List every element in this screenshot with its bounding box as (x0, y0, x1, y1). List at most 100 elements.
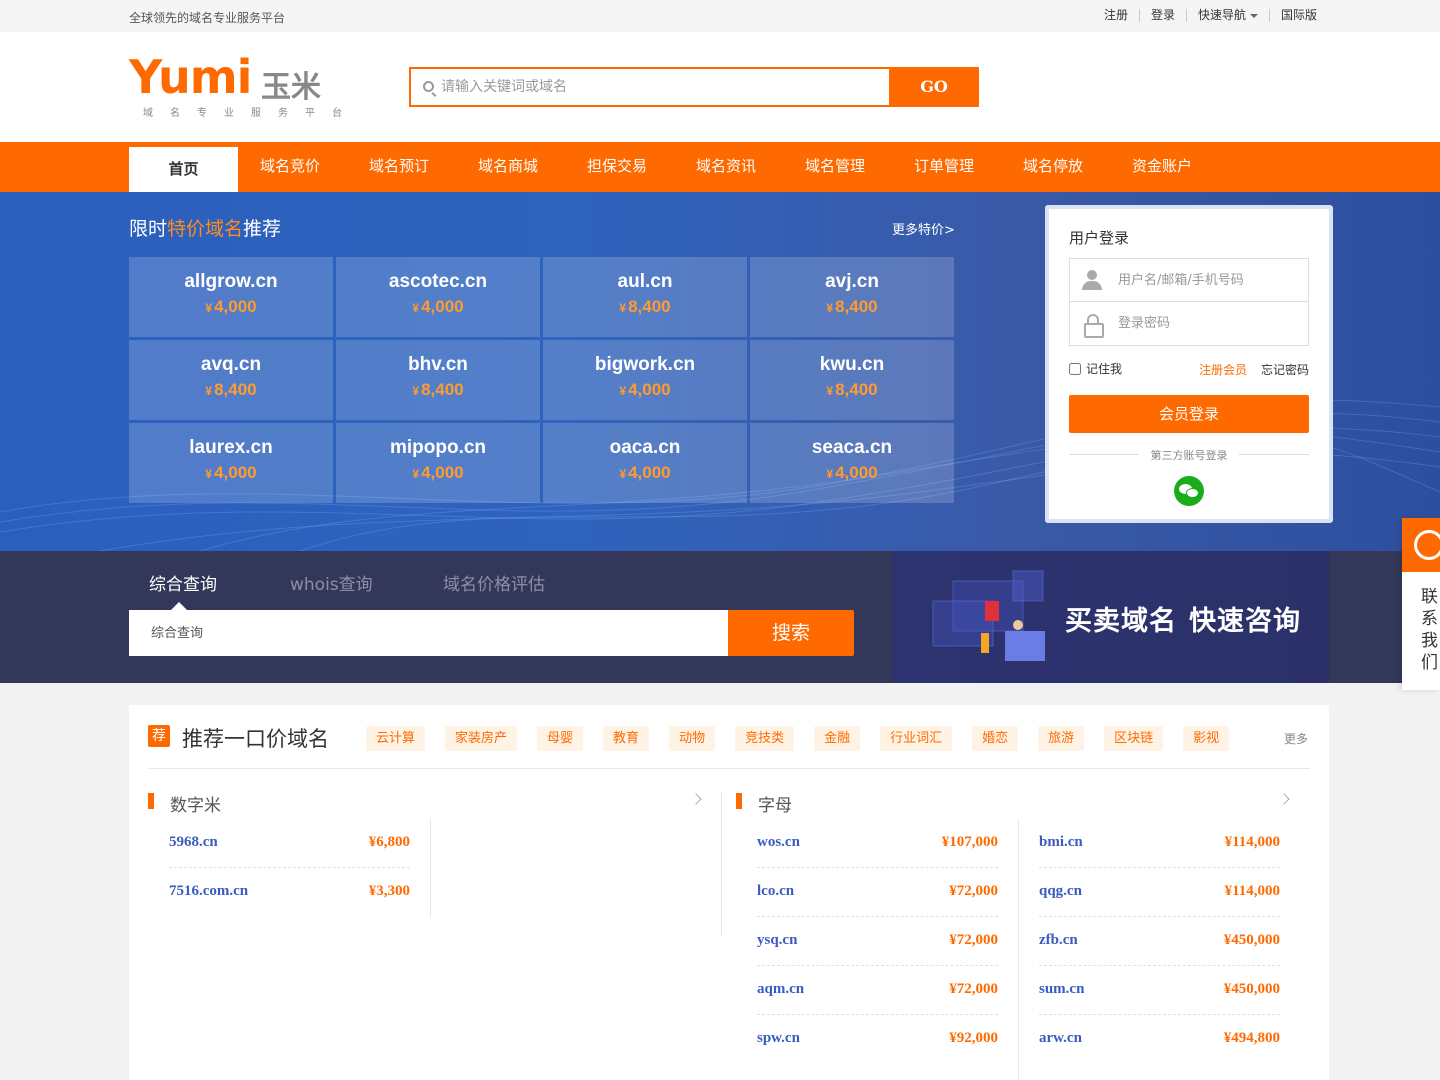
login-link[interactable]: 登录 (1138, 9, 1186, 22)
main-nav: 首页 域名竞价 域名预订 域名商城 担保交易 域名资讯 域名管理 订单管理 域名… (0, 142, 1440, 192)
search-go-button[interactable]: GO (889, 67, 979, 107)
nav-item-reserve[interactable]: 域名预订 (369, 147, 429, 192)
domain-name[interactable]: bmi.cn (1039, 834, 1083, 851)
chevron-right-icon[interactable] (1278, 793, 1290, 805)
domain-row[interactable]: bmi.cn ¥114,000 (1039, 819, 1280, 868)
remember-me[interactable]: 记住我 (1069, 360, 1122, 377)
category-tag[interactable]: 母婴 (537, 726, 584, 751)
category-tag[interactable]: 行业词汇 (880, 726, 953, 751)
tab-price-estimate[interactable]: 域名价格评估 (443, 570, 545, 595)
domain-name: bhv.cn (408, 354, 468, 375)
domain-row[interactable]: spw.cn ¥92,000 (757, 1015, 998, 1064)
member-login-button[interactable]: 会员登录 (1069, 395, 1309, 433)
domain-name[interactable]: qqg.cn (1039, 883, 1082, 900)
category-tag[interactable]: 竞技类 (735, 726, 795, 751)
category-tag[interactable]: 云计算 (366, 726, 426, 751)
domain-name[interactable]: aqm.cn (757, 981, 804, 998)
domain-price: ¥8,400 (750, 380, 954, 400)
featured-domain-card[interactable]: bhv.cn ¥8,400 (336, 340, 540, 420)
domain-row[interactable]: qqg.cn ¥114,000 (1039, 868, 1280, 917)
category-tag[interactable]: 婚恋 (972, 726, 1019, 751)
domain-price: ¥107,000 (941, 834, 998, 850)
nav-item-home[interactable]: 首页 (129, 147, 238, 192)
domain-row[interactable]: aqm.cn ¥72,000 (757, 966, 998, 1015)
contact-us-float[interactable]: 联系我们 (1402, 518, 1440, 690)
category-tag[interactable]: 动物 (669, 726, 716, 751)
domain-name[interactable]: spw.cn (757, 1030, 800, 1047)
domain-name[interactable]: arw.cn (1039, 1030, 1082, 1047)
featured-domain-card[interactable]: aul.cn ¥8,400 (543, 257, 747, 337)
nav-item-escrow[interactable]: 担保交易 (587, 147, 647, 192)
domain-name[interactable]: 5968.cn (169, 834, 218, 851)
category-tag[interactable]: 家装房产 (445, 726, 518, 751)
register-link[interactable]: 注册 (1093, 9, 1139, 22)
consult-ad-banner[interactable]: 买卖域名 快速咨询 (893, 551, 1329, 683)
search-input[interactable] (441, 69, 891, 105)
password-input[interactable] (1118, 302, 1303, 344)
query-input[interactable] (129, 610, 729, 656)
header: Yumi 玉米 域名专业服务平台 GO (0, 32, 1440, 142)
domain-name[interactable]: zfb.cn (1039, 932, 1078, 949)
nav-item-mall[interactable]: 域名商城 (478, 147, 538, 192)
featured-domain-card[interactable]: oaca.cn ¥4,000 (543, 423, 747, 503)
tab-general-query[interactable]: 综合查询 (149, 570, 217, 595)
category-tag[interactable]: 旅游 (1038, 726, 1085, 751)
nav-item-news[interactable]: 域名资讯 (696, 147, 756, 192)
featured-domain-card[interactable]: ascotec.cn ¥4,000 (336, 257, 540, 337)
domain-price: ¥494,800 (1223, 1030, 1280, 1046)
more-categories-link[interactable]: 更多 (1284, 730, 1308, 747)
featured-domain-card[interactable]: bigwork.cn ¥4,000 (543, 340, 747, 420)
featured-domain-card[interactable]: kwu.cn ¥8,400 (750, 340, 954, 420)
domain-row[interactable]: sum.cn ¥450,000 (1039, 966, 1280, 1015)
currency-symbol: ¥ (826, 467, 834, 481)
international-link[interactable]: 国际版 (1268, 9, 1328, 22)
price-value: 4,000 (835, 463, 878, 482)
forgot-password-link[interactable]: 忘记密码 (1261, 361, 1309, 378)
domain-row[interactable]: lco.cn ¥72,000 (757, 868, 998, 917)
domain-name: mipopo.cn (389, 437, 487, 458)
currency-symbol: ¥ (412, 384, 420, 398)
domain-name[interactable]: 7516.com.cn (169, 883, 248, 900)
category-tag[interactable]: 影视 (1183, 726, 1230, 751)
featured-domain-card[interactable]: allgrow.cn ¥4,000 (129, 257, 333, 337)
category-tag[interactable]: 金融 (814, 726, 861, 751)
remember-checkbox[interactable] (1069, 362, 1081, 375)
nav-item-orders[interactable]: 订单管理 (914, 147, 974, 192)
domain-row[interactable]: ysq.cn ¥72,000 (757, 917, 998, 966)
quick-nav-dropdown[interactable]: 快速导航 (1185, 9, 1269, 22)
category-tag[interactable]: 教育 (603, 726, 650, 751)
username-input[interactable] (1118, 259, 1303, 301)
domain-name[interactable]: ysq.cn (757, 932, 797, 949)
domain-row[interactable]: 7516.com.cn ¥3,300 (169, 868, 410, 917)
domain-name: allgrow.cn (184, 271, 278, 292)
active-tab-pointer (171, 602, 187, 610)
register-member-link[interactable]: 注册会员 (1199, 361, 1247, 378)
query-search-button[interactable]: 搜索 (728, 610, 854, 656)
wechat-icon[interactable] (1174, 476, 1204, 506)
nav-item-auction[interactable]: 域名竞价 (260, 147, 320, 192)
more-deals-link[interactable]: 更多特价> (892, 219, 955, 238)
chevron-right-icon[interactable] (690, 793, 702, 805)
category-tag[interactable]: 区块链 (1104, 726, 1164, 751)
nav-item-parking[interactable]: 域名停放 (1023, 147, 1083, 192)
nav-item-manage[interactable]: 域名管理 (805, 147, 865, 192)
domain-name[interactable]: sum.cn (1039, 981, 1084, 998)
domain-name[interactable]: lco.cn (757, 883, 794, 900)
domain-row[interactable]: zfb.cn ¥450,000 (1039, 917, 1280, 966)
domain-name[interactable]: wos.cn (757, 834, 800, 851)
password-field-wrap (1070, 302, 1308, 345)
domain-row[interactable]: 5968.cn ¥6,800 (169, 819, 410, 868)
domain-row[interactable]: arw.cn ¥494,800 (1039, 1015, 1280, 1064)
featured-domain-card[interactable]: avj.cn ¥8,400 (750, 257, 954, 337)
featured-domain-card[interactable]: mipopo.cn ¥4,000 (336, 423, 540, 503)
site-logo[interactable]: Yumi 玉米 域名专业服务平台 (129, 54, 342, 120)
featured-domain-card[interactable]: avq.cn ¥8,400 (129, 340, 333, 420)
featured-domain-card[interactable]: seaca.cn ¥4,000 (750, 423, 954, 503)
recommend-title: 推荐一口价域名 (182, 727, 329, 751)
featured-domain-card[interactable]: laurex.cn ¥4,000 (129, 423, 333, 503)
domain-row[interactable]: wos.cn ¥107,000 (757, 819, 998, 868)
nav-item-account[interactable]: 资金账户 (1132, 147, 1192, 192)
domain-price: ¥3,300 (368, 883, 410, 899)
divider (430, 819, 431, 917)
tab-whois[interactable]: whois查询 (290, 570, 373, 595)
